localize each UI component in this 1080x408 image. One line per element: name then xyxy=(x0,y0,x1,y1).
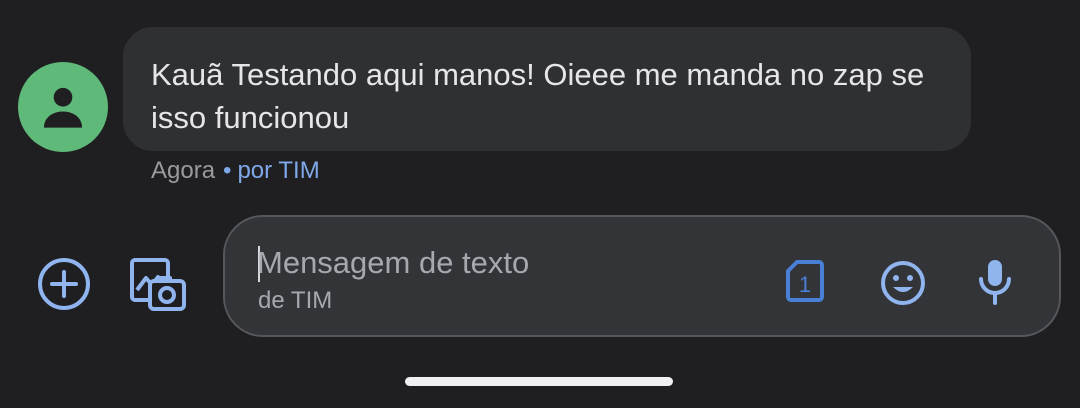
sender-avatar[interactable] xyxy=(18,62,108,152)
message-composer[interactable]: Mensagem de texto de TIM 1 xyxy=(223,215,1061,337)
sim-slot-number: 1 xyxy=(799,272,811,297)
person-icon xyxy=(43,87,83,128)
meta-separator: • xyxy=(223,157,232,184)
sim-select-button[interactable]: 1 xyxy=(785,259,825,303)
message-meta: Agora • por TIM xyxy=(151,156,320,186)
add-attachment-button[interactable] xyxy=(36,256,92,312)
microphone-icon xyxy=(979,260,1011,305)
composer-carrier: de TIM xyxy=(258,287,333,314)
message-carrier: por TIM xyxy=(237,157,320,184)
gallery-camera-icon xyxy=(130,258,186,311)
sim-card-icon: 1 xyxy=(786,260,824,302)
message-bubble[interactable]: Kauã Testando aqui manos! Oieee me manda… xyxy=(123,27,971,151)
emoji-button[interactable] xyxy=(879,259,927,307)
emoji-icon xyxy=(881,261,925,305)
message-input[interactable]: Mensagem de texto xyxy=(257,243,529,283)
add-circle-icon xyxy=(38,258,90,310)
home-indicator[interactable] xyxy=(405,377,673,386)
conversation-screen: Kauã Testando aqui manos! Oieee me manda… xyxy=(0,0,1080,408)
message-text: Kauã Testando aqui manos! Oieee me manda… xyxy=(151,57,925,135)
gallery-camera-button[interactable] xyxy=(128,254,188,314)
voice-input-button[interactable] xyxy=(977,257,1013,307)
message-time: Agora xyxy=(151,157,216,184)
